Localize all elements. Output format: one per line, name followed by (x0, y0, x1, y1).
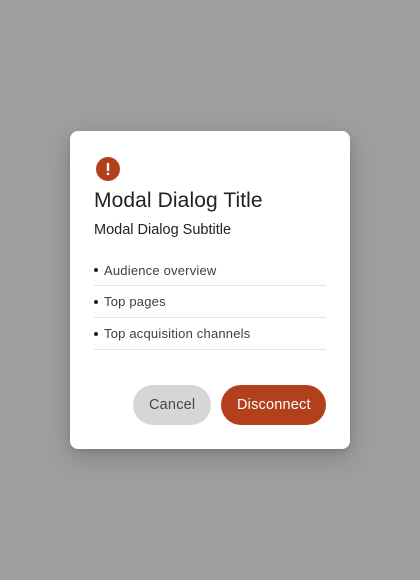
list-item-top-pages: Top pages (94, 286, 326, 318)
alert-circle-icon (96, 157, 120, 181)
dialog-item-list: Audience overview Top pages Top acquisit… (94, 255, 326, 350)
bullet-icon (94, 331, 98, 336)
dialog-subtitle: Modal Dialog Subtitle (94, 222, 232, 238)
list-item-audience-overview: Audience overview (94, 255, 326, 286)
bullet-icon (94, 268, 98, 272)
list-item-label: Top acquisition channels (104, 326, 251, 341)
bullet-icon (94, 299, 98, 304)
list-item-label: Audience overview (104, 262, 217, 278)
list-item-top-acquisition-channels: Top acquisition channels (94, 318, 326, 350)
dialog-title: Modal Dialog Title (94, 189, 263, 212)
disconnect-button[interactable]: Disconnect (221, 385, 326, 425)
modal-dialog: Modal Dialog Title Modal Dialog Subtitle… (70, 131, 350, 449)
cancel-button[interactable]: Cancel (133, 385, 211, 425)
dialog-actions: Cancel Disconnect (133, 385, 326, 425)
list-item-label: Top pages (104, 294, 166, 309)
